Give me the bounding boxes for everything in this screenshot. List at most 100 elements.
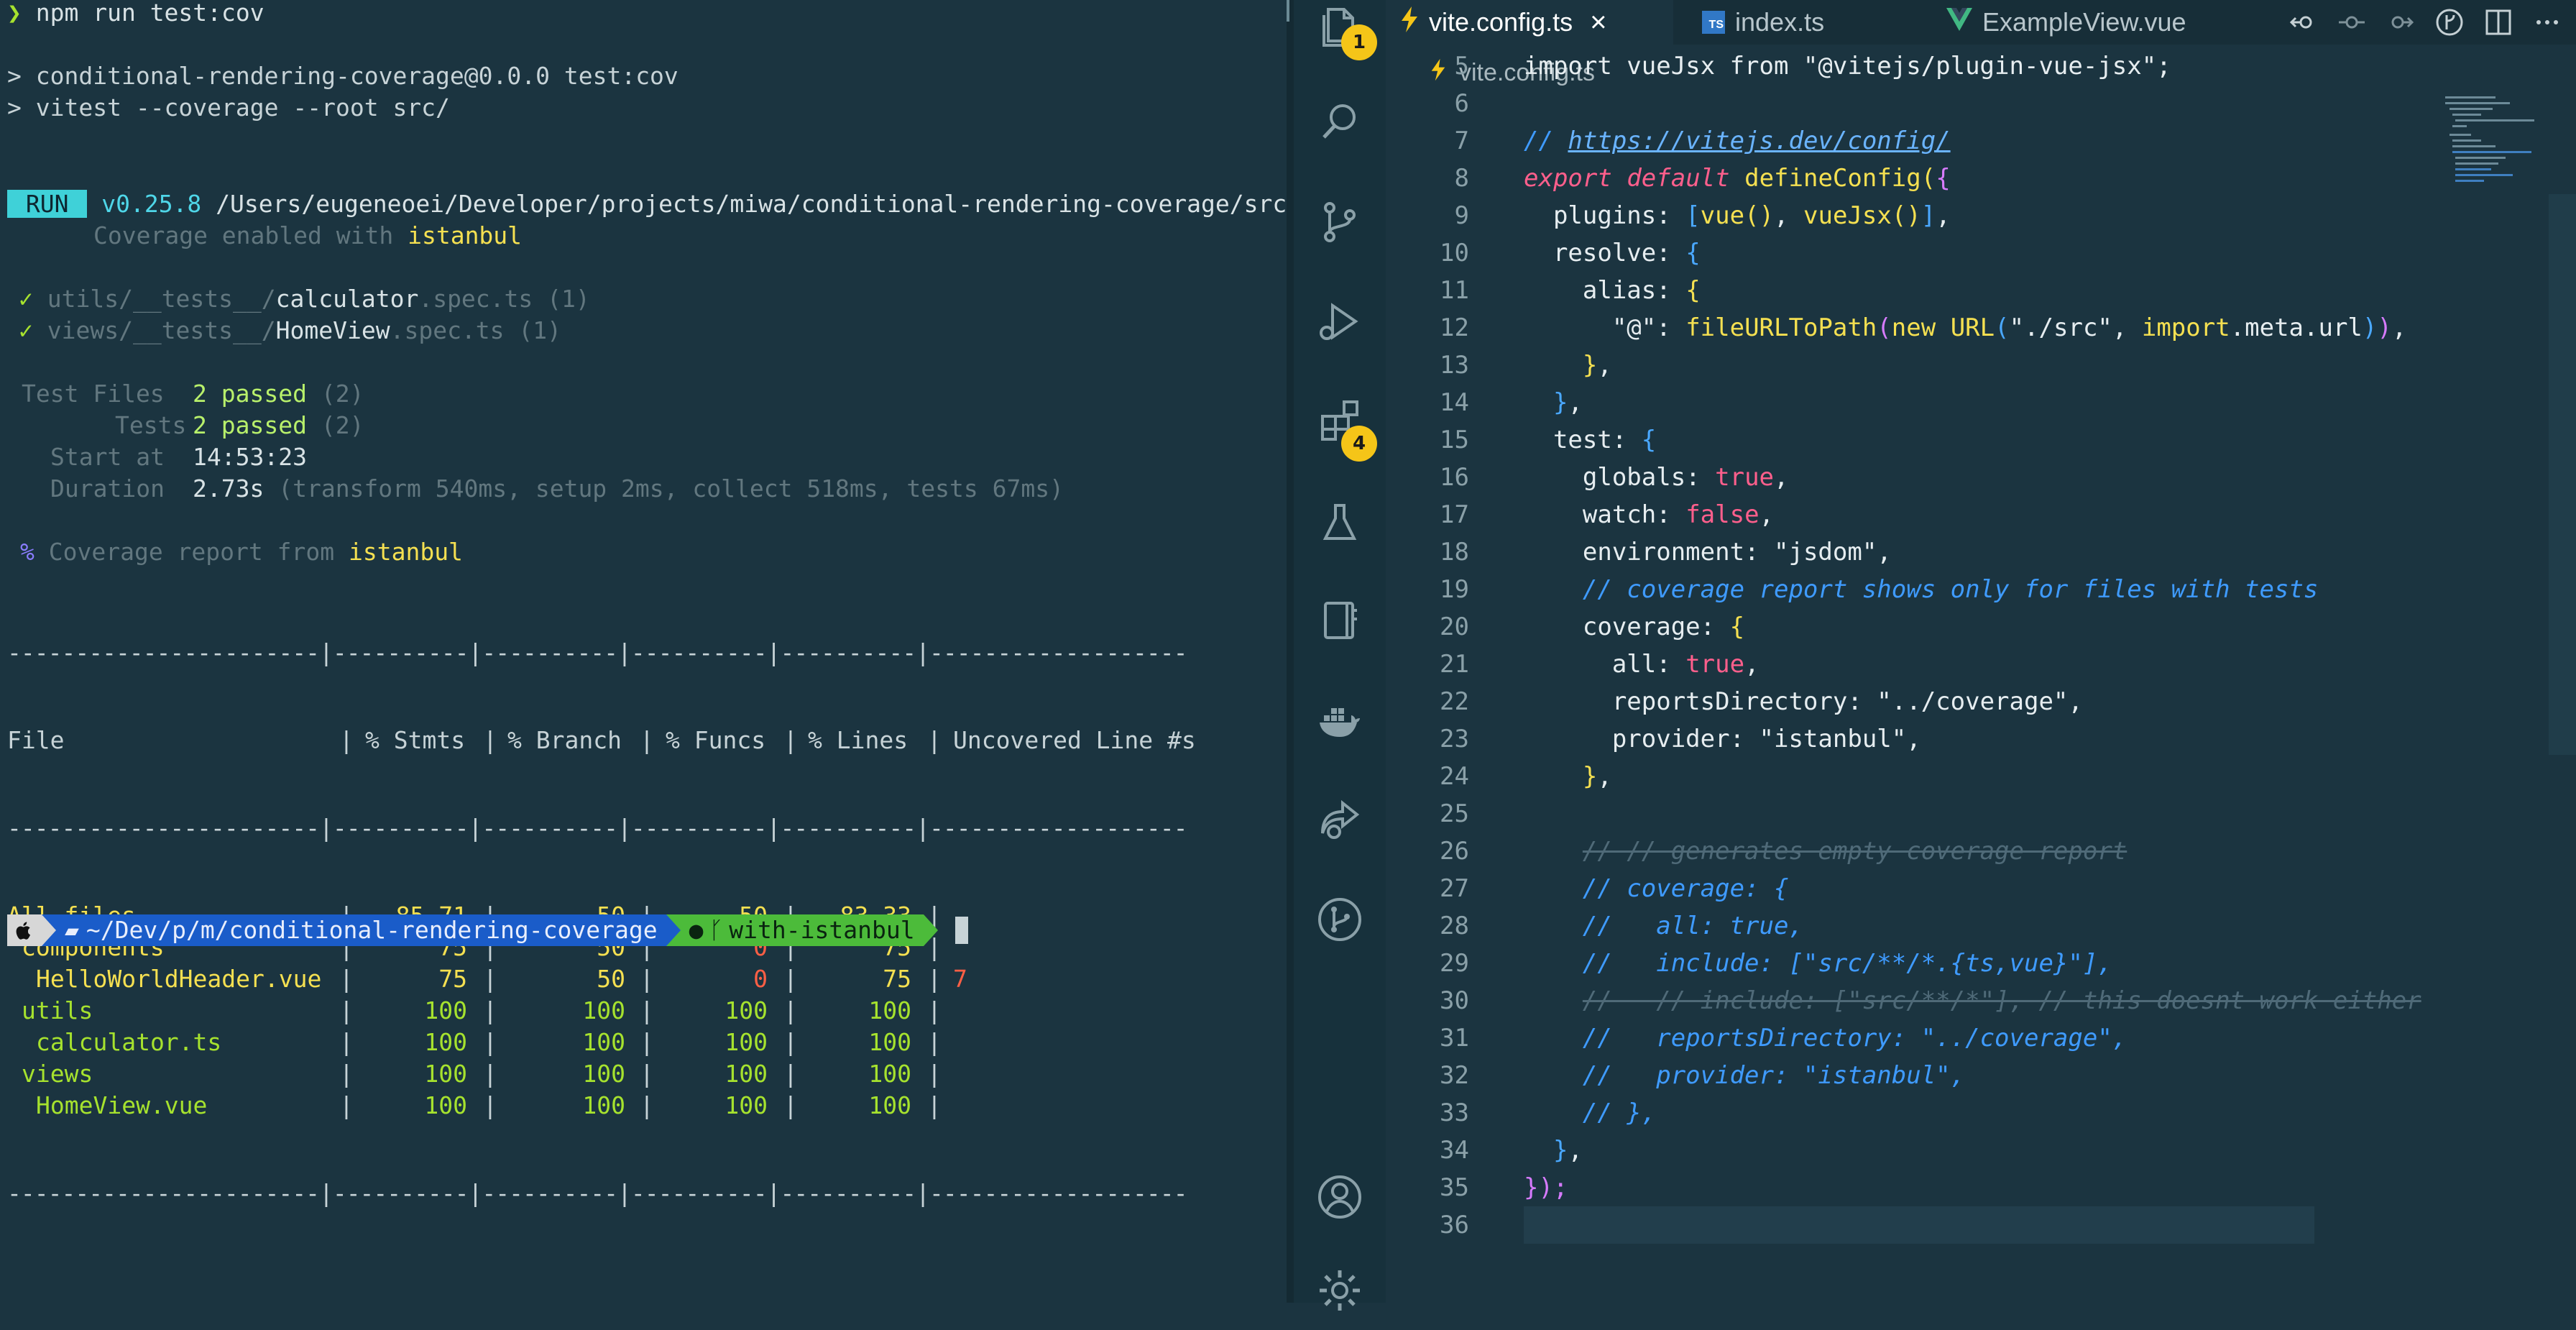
line-number: 7 xyxy=(1454,127,1469,155)
col-sep: | xyxy=(339,996,354,1024)
extensions-badge: 4 xyxy=(1341,426,1377,462)
spec-name: HomeView xyxy=(275,316,390,344)
test-key: test: xyxy=(1552,426,1642,454)
summary-label: Duration xyxy=(50,474,165,503)
line-number: 13 xyxy=(1440,351,1469,380)
col-sep: | xyxy=(339,726,354,754)
col-sep: | xyxy=(483,726,497,754)
keyword-export: export xyxy=(1524,164,1612,193)
spec-ext: .spec.ts xyxy=(418,285,533,313)
run-debug-button[interactable] xyxy=(1294,282,1386,361)
header-funcs: % Funcs xyxy=(666,726,766,754)
col-sep: | xyxy=(927,726,942,754)
col-sep: | xyxy=(640,996,654,1024)
tab-vite-config[interactable]: vite.config.ts × xyxy=(1386,0,1673,45)
docker-button[interactable] xyxy=(1294,682,1386,761)
summary-label: Tests xyxy=(115,411,187,439)
table-row: calculator.ts | 100 | 100 | 100 | 100 | xyxy=(7,1027,1187,1058)
go-forward-icon[interactable] xyxy=(2386,8,2415,37)
line-number: 14 xyxy=(1440,388,1469,417)
terminal-line: ❯ npm run test:cov xyxy=(7,0,264,29)
table-rule: -----------------------|----------|-----… xyxy=(7,1179,1187,1207)
reports-directory-value: "../coverage" xyxy=(1877,687,2069,716)
git-graph-button[interactable] xyxy=(1294,880,1386,959)
url-constructor: URL xyxy=(1950,313,1995,342)
col-sep: | xyxy=(483,1028,497,1056)
col-sep: | xyxy=(339,965,354,993)
summary-value: 14:53:23 xyxy=(193,443,307,471)
editor-scrollbar[interactable] xyxy=(2549,194,2576,755)
summary-label: Test Files xyxy=(22,380,165,408)
run-line: RUN v0.25.8 /Users/eugeneoei/Developer/p… xyxy=(7,188,1287,220)
col-sep: | xyxy=(483,996,497,1024)
minimap[interactable] xyxy=(2445,86,2539,201)
col-sep: | xyxy=(783,1028,798,1056)
line-number: 27 xyxy=(1440,874,1469,903)
table-row: HelloWorldHeader.vue | 75 | 50 | 0 | 75 | 7 xyxy=(7,963,1187,995)
pane-divider[interactable] xyxy=(1287,0,1294,1303)
tab-example-view[interactable]: ExampleView.vue xyxy=(1932,0,2201,45)
extensions-button[interactable]: 4 xyxy=(1294,381,1386,462)
live-share-button[interactable] xyxy=(1294,781,1386,860)
more-actions-icon[interactable] xyxy=(2533,8,2562,37)
prompt-arrow xyxy=(42,914,56,946)
code-line: 15 test: { xyxy=(1386,421,2464,459)
src-string: "./src" xyxy=(2009,313,2112,342)
ts-file-icon: TS xyxy=(1702,11,1725,34)
code-line: 35}); xyxy=(1386,1169,2464,1206)
apple-icon xyxy=(7,914,42,946)
cell-funcs: 100 xyxy=(724,996,768,1024)
reports-directory-key: reportsDirectory: xyxy=(1611,687,1877,716)
line-number: 26 xyxy=(1440,837,1469,866)
manage-button[interactable] xyxy=(1294,1251,1386,1330)
testing-button[interactable] xyxy=(1294,483,1386,562)
split-editor-icon[interactable] xyxy=(2484,8,2513,37)
prompt-arrow xyxy=(923,914,938,946)
col-sep: | xyxy=(783,1091,798,1119)
cell-lines: 100 xyxy=(868,1060,911,1088)
code-line: 34 }, xyxy=(1386,1132,2464,1169)
cell-funcs: 100 xyxy=(724,1028,768,1056)
line-number: 32 xyxy=(1440,1061,1469,1090)
summary-value: 2 passed xyxy=(193,380,307,408)
close-icon[interactable]: × xyxy=(1590,6,1606,39)
git-lens-icon[interactable] xyxy=(2435,8,2464,37)
source-control-button[interactable] xyxy=(1294,183,1386,262)
col-sep: | xyxy=(927,1060,942,1088)
prompt-git-segment: ● ᚴ with-istanbul xyxy=(680,914,924,946)
comment-prefix: // xyxy=(1524,127,1568,155)
terminal-line: > conditional-rendering-coverage@0.0.0 t… xyxy=(7,60,678,92)
code-editor[interactable]: vite.config.ts × TS index.ts ExampleView… xyxy=(1386,0,2576,1303)
notebook-button[interactable] xyxy=(1294,581,1386,660)
cell-branch: 100 xyxy=(582,996,625,1024)
code-line: 24 }, xyxy=(1386,758,2464,795)
explorer-button[interactable]: 1 xyxy=(1294,0,1386,65)
search-button[interactable] xyxy=(1294,82,1386,161)
line-number: 5 xyxy=(1454,52,1469,81)
run-debug-icon xyxy=(1320,303,1358,340)
git-commit-icon[interactable] xyxy=(2337,8,2366,37)
spec-name: calculator xyxy=(275,285,419,313)
commented-out-line: // include: ["src/**/*.{ts,vue}"], xyxy=(1582,949,2112,978)
terminal-line: > vitest --coverage --root src/ xyxy=(7,92,450,124)
go-back-icon[interactable] xyxy=(2288,8,2317,37)
cell-file: utils xyxy=(22,996,93,1024)
coverage-key: coverage: xyxy=(1582,613,1730,641)
line-number: 33 xyxy=(1440,1099,1469,1127)
terminal-pane[interactable]: ❯ npm run test:cov > conditional-renderi… xyxy=(0,0,1294,1303)
terminal-cursor xyxy=(954,917,968,944)
code-line: 5 import vueJsx from "@vitejs/plugin-vue-… xyxy=(1386,47,2464,85)
prompt-chevron: ❯ xyxy=(7,0,36,27)
code-line: 9 plugins: [vue(), vueJsx()], xyxy=(1386,197,2464,234)
col-sep: | xyxy=(640,1091,654,1119)
code-line: 29 // include: ["src/**/*.{ts,vue}"], xyxy=(1386,945,2464,982)
cell-file: HomeView.vue xyxy=(36,1091,208,1119)
accounts-button[interactable] xyxy=(1294,1157,1386,1237)
cell-branch: 50 xyxy=(597,965,625,993)
code-line: 12 "@": fileURLToPath(new URL("./src", i… xyxy=(1386,309,2464,347)
code-line: 23 provider: "istanbul", xyxy=(1386,720,2464,758)
source-control-icon xyxy=(1324,202,1356,242)
code-line: 30 // // include: ["src/**/*"], // this … xyxy=(1386,982,2464,1019)
tab-index-ts[interactable]: TS index.ts xyxy=(1688,0,1839,45)
percent-icon: % xyxy=(20,538,34,566)
